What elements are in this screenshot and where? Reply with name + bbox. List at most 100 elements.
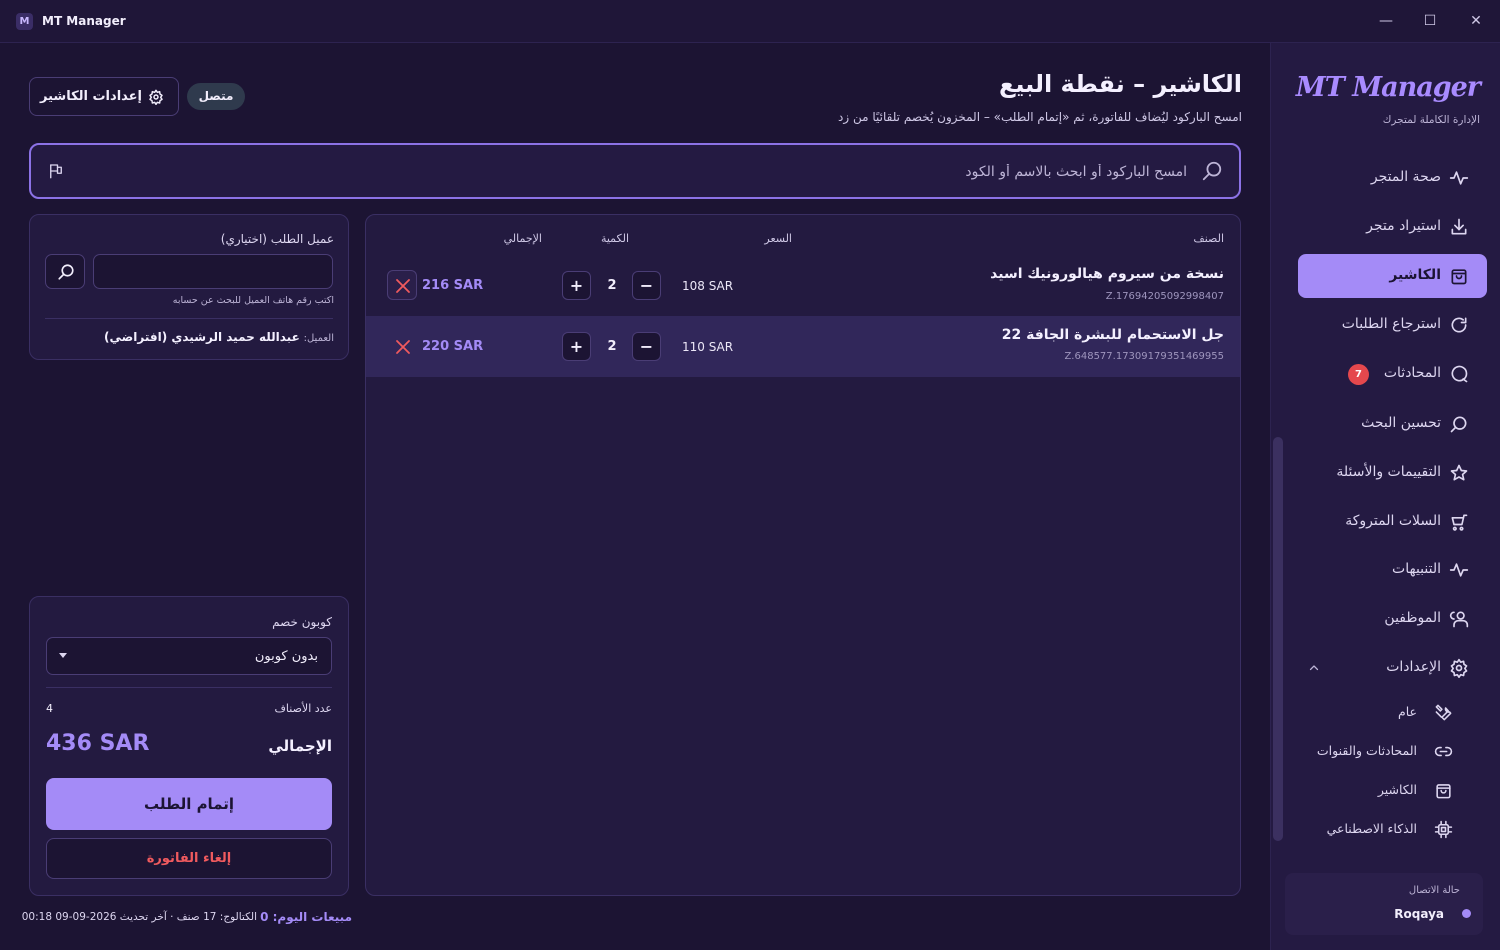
brand-tagline: الإدارة الكاملة لمتجرك — [1382, 114, 1480, 126]
item-code: Z.648577.17309179351469955 — [1064, 351, 1224, 362]
shopping-bag-icon — [1451, 269, 1467, 285]
sidebar-item-store-health[interactable]: صحة المتجر — [1298, 156, 1487, 200]
complete-order-button[interactable]: إتمام الطلب — [46, 778, 332, 830]
current-customer-key: العميل: — [303, 333, 334, 344]
item-name: نسخة من سيروم هيالورونيك اسيد — [990, 266, 1224, 282]
minimize-button[interactable]: — — [1373, 10, 1399, 32]
link-icon — [1434, 746, 1453, 757]
decrease-qty-button[interactable]: − — [632, 332, 661, 361]
maximize-button[interactable]: ☐ — [1417, 10, 1443, 32]
sidebar-scrollbar[interactable] — [1273, 437, 1283, 841]
sidebar-subitem-label: الذكاء الاصطناعي — [1326, 821, 1417, 836]
gear-icon — [1450, 658, 1468, 678]
sidebar-item-label: الموظفين — [1384, 610, 1441, 626]
star-icon — [1450, 464, 1468, 481]
search-icon — [1202, 161, 1222, 181]
item-quantity: 2 — [607, 339, 617, 354]
sidebar-subitem-ai[interactable]: الذكاء الاصطناعي — [1298, 811, 1487, 847]
sidebar-item-label: الإعدادات — [1386, 659, 1441, 675]
connection-user: Roqaya — [1394, 907, 1444, 921]
gear-icon — [149, 89, 163, 105]
increase-qty-button[interactable]: + — [562, 271, 591, 300]
sidebar-item-order-returns[interactable]: استرجاع الطلبات — [1298, 303, 1487, 347]
sidebar-subitem-chats-channels[interactable]: المحادثات والقنوات — [1298, 733, 1487, 769]
remove-item-button[interactable] — [387, 331, 417, 361]
connection-status-label: حالة الاتصال — [1408, 885, 1460, 896]
sidebar-item-label: التقييمات والأسئلة — [1336, 464, 1441, 480]
item-name: جل الاستحمام للبشرة الجافة 22 — [1001, 327, 1224, 343]
page-subtitle: امسح الباركود ليُضاف للفاتورة، ثم «إتمام… — [838, 110, 1242, 124]
column-header-total: الإجمالي — [503, 232, 542, 245]
sidebar-item-employees[interactable]: الموظفين — [1298, 597, 1487, 641]
connection-status-badge: متصل — [187, 83, 245, 110]
pulse-icon — [1449, 171, 1469, 185]
sidebar-item-label: صحة المتجر — [1370, 169, 1441, 185]
coupon-selected-value: بدون كوبون — [254, 649, 318, 664]
cashier-settings-button[interactable]: إعدادات الكاشير — [29, 77, 179, 116]
users-icon — [1449, 611, 1469, 628]
sidebar-item-label: تحسين البحث — [1361, 415, 1441, 431]
grand-total-label: الإجمالي — [268, 737, 332, 755]
title-bar — [0, 0, 1500, 43]
sidebar-item-import-store[interactable]: استيراد متجر — [1298, 205, 1487, 249]
item-count-value: 4 — [46, 702, 53, 715]
unread-badge: 7 — [1348, 364, 1369, 385]
sidebar-item-search-optimization[interactable]: تحسين البحث — [1298, 402, 1487, 446]
wrench-icon — [1435, 704, 1452, 721]
divider — [45, 318, 333, 319]
chip-icon — [1434, 820, 1453, 839]
coupon-label: كوبون خصم — [272, 615, 332, 629]
sidebar-item-label: المحادثات — [1383, 365, 1441, 381]
item-price: 110 SAR — [682, 340, 734, 354]
app-logo-icon: M — [16, 13, 33, 30]
sidebar-subitem-general[interactable]: عام — [1298, 694, 1487, 730]
divider — [46, 687, 332, 688]
item-quantity: 2 — [607, 278, 617, 293]
chevron-up-icon — [1309, 665, 1319, 671]
line-total: 216 SAR — [422, 278, 484, 293]
customer-label: عميل الطلب (اختياري) — [220, 232, 334, 246]
sidebar-subitem-label: المحادثات والقنوات — [1316, 743, 1417, 758]
current-customer-name: عبدالله حميد الرشيدي (افتراضي) — [104, 330, 300, 344]
sidebar-item-chats[interactable]: المحادثات 7 — [1298, 352, 1487, 396]
close-icon — [396, 279, 410, 293]
close-icon — [396, 340, 410, 354]
sidebar-subitem-label: عام — [1397, 704, 1417, 719]
page-title: الكاشير – نقطة البيع — [998, 70, 1242, 98]
cancel-invoice-button[interactable]: إلغاء الفاتورة — [46, 838, 332, 879]
brand-logo: MT Manager — [1295, 72, 1481, 103]
chat-icon — [1451, 365, 1468, 383]
sidebar-item-label: استيراد متجر — [1366, 218, 1441, 234]
flag-icon[interactable] — [47, 162, 65, 180]
connection-status-dot — [1462, 909, 1471, 918]
sidebar-item-settings[interactable]: الإعدادات — [1298, 646, 1487, 690]
item-code: Z.17694205092998407 — [1105, 291, 1224, 302]
sidebar-subitem-cashier[interactable]: الكاشير — [1298, 772, 1487, 808]
customer-hint: اكتب رقم هاتف العميل للبحث عن حسابه — [172, 295, 334, 306]
barcode-search-bar — [29, 143, 1241, 199]
coupon-select[interactable]: بدون كوبون — [46, 637, 332, 675]
decrease-qty-button[interactable]: − — [632, 271, 661, 300]
barcode-search-input[interactable] — [91, 159, 1187, 185]
cashier-settings-label: إعدادات الكاشير — [40, 89, 142, 104]
sidebar-item-abandoned-carts[interactable]: السلات المتروكة — [1298, 500, 1487, 544]
customer-search-button[interactable] — [45, 254, 85, 289]
item-price: 108 SAR — [682, 279, 734, 293]
table-row — [366, 255, 1240, 316]
connection-status-card — [1285, 873, 1483, 935]
sidebar-item-label: السلات المتروكة — [1345, 513, 1441, 529]
customer-phone-input[interactable] — [93, 254, 333, 289]
cart-icon — [1451, 514, 1468, 531]
current-customer: العميل: عبدالله حميد الرشيدي (افتراضي) — [104, 330, 334, 344]
today-sales: مبيعات اليوم: 0 — [260, 910, 352, 924]
sidebar-item-label: استرجاع الطلبات — [1341, 316, 1441, 332]
shopping-bag-icon — [1436, 784, 1451, 799]
increase-qty-button[interactable]: + — [562, 332, 591, 361]
grand-total-value: 436 SAR — [46, 731, 150, 756]
remove-item-button[interactable] — [387, 270, 417, 300]
sidebar-item-reviews[interactable]: التقييمات والأسئلة — [1298, 451, 1487, 495]
refresh-icon — [1451, 317, 1467, 333]
close-window-button[interactable]: ✕ — [1463, 10, 1489, 32]
sidebar-item-cashier[interactable]: الكاشير — [1298, 254, 1487, 298]
sidebar-item-alerts[interactable]: التنبيهات — [1298, 548, 1487, 592]
